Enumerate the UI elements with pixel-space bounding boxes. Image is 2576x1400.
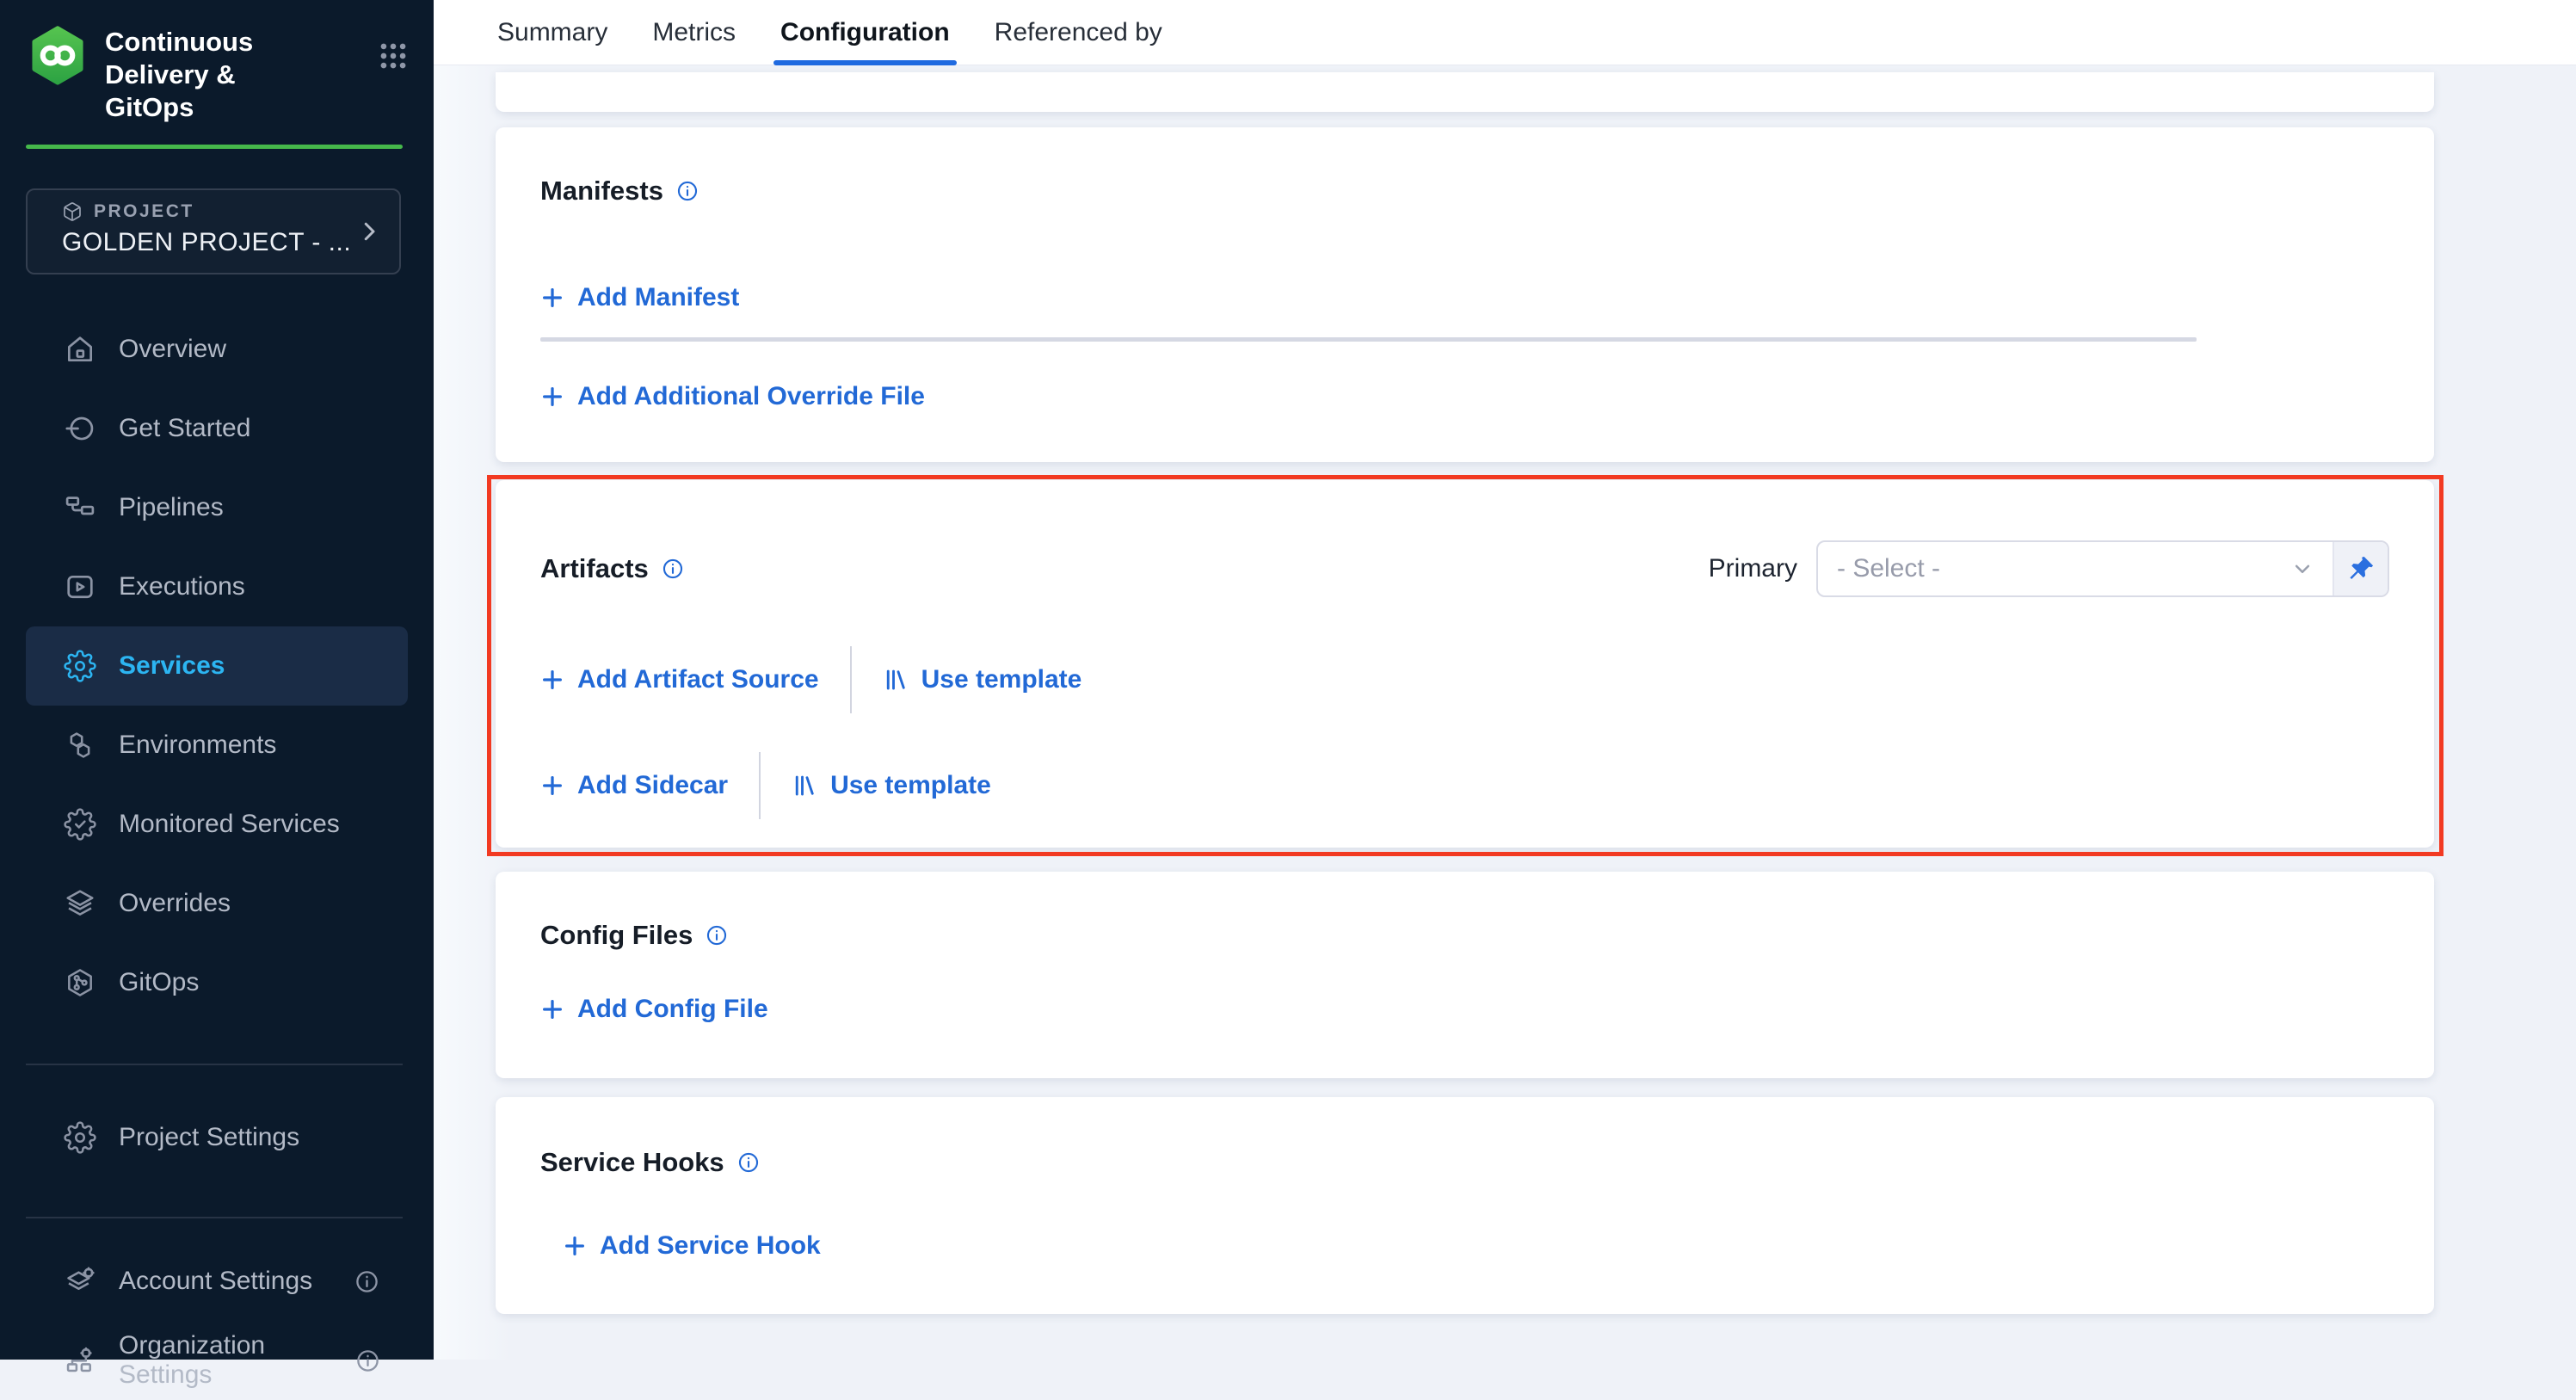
sidebar-divider [26, 1064, 403, 1065]
get-started-icon [64, 412, 96, 445]
configuration-content: Manifests Add Manifest Add Additional Ov… [434, 65, 2576, 1360]
product-title: Continuous Delivery & GitOps [105, 26, 322, 124]
primary-artifact-select[interactable]: - Select - [1818, 542, 2333, 595]
info-icon[interactable] [675, 179, 699, 203]
org-chart-gear-icon [64, 1344, 96, 1377]
add-additional-override-file-button[interactable]: Add Additional Override File [540, 382, 925, 411]
gear-icon [64, 1121, 96, 1154]
manifests-card: Manifests Add Manifest Add Additional Ov… [496, 127, 2434, 462]
plus-icon [563, 1234, 587, 1258]
product-header: Continuous Delivery & GitOps [0, 0, 434, 124]
vertical-divider [850, 646, 852, 713]
project-selector[interactable]: PROJECT GOLDEN PROJECT - ... [26, 188, 401, 274]
plus-icon [540, 774, 564, 798]
info-icon[interactable] [354, 1348, 380, 1374]
sidebar-item-executions[interactable]: Executions [26, 547, 408, 626]
add-config-file-button[interactable]: Add Config File [540, 995, 768, 1024]
module-grid-icon[interactable] [377, 40, 410, 72]
plus-icon [540, 668, 564, 692]
service-hooks-card: Service Hooks Add Service Hook [496, 1097, 2434, 1314]
manifests-divider [540, 337, 2197, 342]
sidebar-item-gitops[interactable]: GitOps [26, 943, 408, 1022]
select-placeholder: - Select - [1837, 554, 1940, 583]
sidebar-item-overrides[interactable]: Overrides [26, 864, 408, 943]
tab-referenced-by[interactable]: Referenced by [995, 0, 1162, 65]
previous-section-card-remnant [496, 72, 2434, 112]
sidebar-item-get-started[interactable]: Get Started [26, 389, 408, 468]
add-manifest-button[interactable]: Add Manifest [540, 283, 739, 312]
harness-cd-logo-icon [26, 22, 89, 91]
layers-icon [64, 887, 96, 920]
tab-configuration[interactable]: Configuration [780, 0, 950, 65]
monitored-services-icon [64, 808, 96, 841]
vertical-divider [759, 752, 761, 819]
tab-metrics[interactable]: Metrics [652, 0, 736, 65]
add-sidecar-button[interactable]: Add Sidecar [540, 771, 728, 800]
pin-button[interactable] [2333, 542, 2388, 595]
sidebar-item-monitored-services[interactable]: Monitored Services [26, 785, 408, 864]
config-files-card: Config Files Add Config File [496, 872, 2434, 1078]
sidebar-item-project-settings[interactable]: Project Settings [26, 1098, 408, 1177]
gear-icon [64, 650, 96, 682]
info-icon[interactable] [354, 1268, 380, 1295]
pipelines-icon [64, 491, 96, 524]
config-files-title: Config Files [540, 920, 693, 951]
manifests-title: Manifests [540, 176, 663, 207]
brand-green-divider [26, 145, 403, 149]
chevron-down-icon [2289, 556, 2315, 582]
main-area: Summary Metrics Configuration Referenced… [434, 0, 2576, 1360]
plus-icon [540, 385, 564, 409]
primary-artifact-control: Primary - Select - [1709, 540, 2389, 597]
plus-icon [540, 997, 564, 1021]
add-service-hook-button[interactable]: Add Service Hook [563, 1231, 821, 1261]
sidebar-item-organization-settings[interactable]: Organization Settings [26, 1321, 408, 1400]
artifacts-title: Artifacts [540, 553, 649, 584]
sidebar: Continuous Delivery & GitOps PROJECT GOL… [0, 0, 434, 1360]
sidebar-nav: Overview Get Started Pipelines Execution… [0, 310, 434, 1022]
use-template-primary-button[interactable]: Use template [883, 665, 1082, 694]
info-icon[interactable] [705, 923, 729, 947]
sidebar-item-environments[interactable]: Environments [26, 706, 408, 785]
cube-icon [62, 201, 83, 222]
gitops-icon [64, 966, 96, 999]
executions-icon [64, 570, 96, 603]
info-icon[interactable] [661, 557, 685, 581]
layers-gear-icon [64, 1265, 96, 1298]
sidebar-item-account-settings[interactable]: Account Settings [26, 1242, 408, 1321]
template-library-icon [792, 773, 817, 799]
tab-summary[interactable]: Summary [497, 0, 607, 65]
home-icon [64, 333, 96, 366]
tab-bar: Summary Metrics Configuration Referenced… [434, 0, 2576, 65]
artifacts-card: Artifacts Primary - Select - [496, 480, 2434, 848]
add-artifact-source-button[interactable]: Add Artifact Source [540, 665, 819, 694]
pin-icon [2345, 553, 2376, 584]
service-hooks-title: Service Hooks [540, 1147, 724, 1178]
sidebar-item-services[interactable]: Services [26, 626, 408, 706]
template-library-icon [883, 667, 909, 693]
sidebar-item-overview[interactable]: Overview [26, 310, 408, 389]
sidebar-item-pipelines[interactable]: Pipelines [26, 468, 408, 547]
use-template-sidecar-button[interactable]: Use template [792, 771, 991, 800]
plus-icon [540, 286, 564, 310]
environments-icon [64, 729, 96, 762]
chevron-right-icon [356, 219, 382, 244]
info-icon[interactable] [736, 1150, 761, 1175]
sidebar-divider [26, 1217, 403, 1218]
project-name: GOLDEN PROJECT - ... [62, 228, 382, 257]
project-eyebrow-label: PROJECT [94, 201, 194, 222]
primary-label: Primary [1709, 554, 1797, 583]
